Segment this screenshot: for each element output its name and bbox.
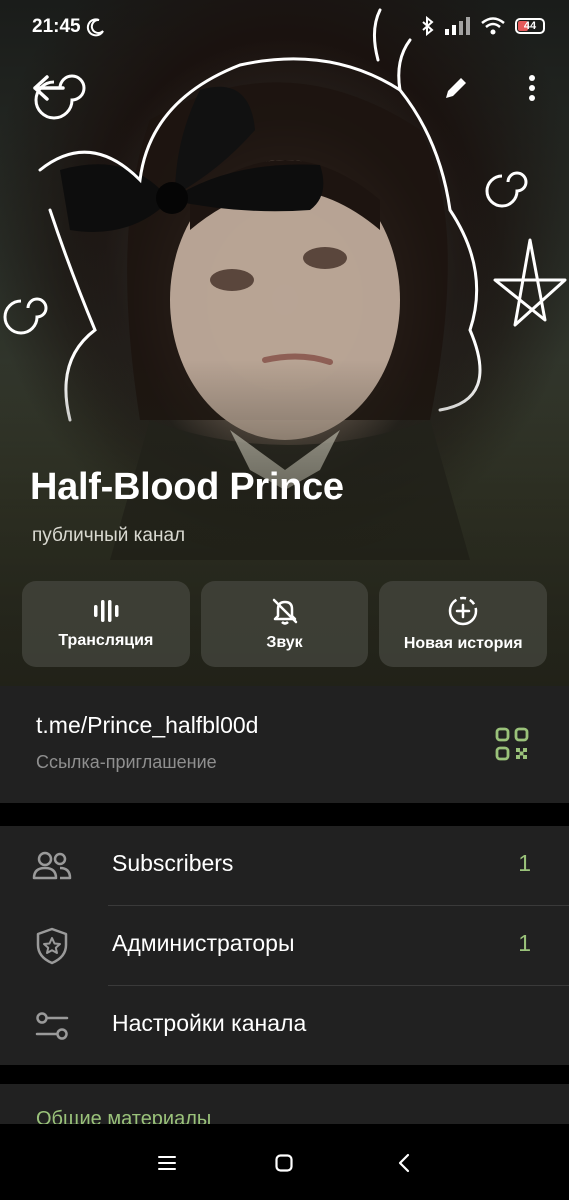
sound-label: Звук [266, 634, 303, 651]
invite-link-card[interactable]: t.me/Prince_halfbl00d Ссылка-приглашение [0, 686, 569, 803]
battery-icon: 44 [515, 18, 545, 34]
administrators-row[interactable]: Администраторы 1 [0, 906, 569, 985]
status-bar: 21:45 44 [0, 0, 569, 56]
system-navigation-bar [0, 1124, 569, 1200]
recent-apps-button[interactable] [152, 1148, 182, 1178]
home-button[interactable] [269, 1148, 299, 1178]
channel-settings-label: Настройки канала [112, 1010, 307, 1036]
more-button[interactable] [508, 64, 556, 112]
users-icon [32, 851, 72, 880]
bluetooth-icon [422, 16, 434, 36]
signal-icon [445, 17, 470, 35]
menu-icon [158, 1156, 176, 1170]
sound-button[interactable]: Звук [200, 581, 369, 667]
invite-link[interactable]: t.me/Prince_halfbl00d [36, 712, 258, 739]
qr-code-icon[interactable] [494, 726, 530, 762]
edit-button[interactable] [432, 64, 480, 112]
status-time: 21:45 [32, 16, 81, 37]
back-nav-button[interactable] [389, 1148, 419, 1178]
back-arrow-icon [33, 75, 65, 101]
home-square-icon [275, 1154, 293, 1172]
shared-media-title: Общие материалы [36, 1108, 212, 1124]
live-stream-button[interactable]: Трансляция [22, 581, 190, 667]
chevron-left-icon [398, 1153, 410, 1173]
channel-options-list: Subscribers 1 Администраторы 1 Настройки… [0, 826, 569, 1065]
channel-settings-row[interactable]: Настройки канала [0, 986, 569, 1065]
action-buttons: Трансляция Звук Новая история [22, 581, 548, 667]
back-button[interactable] [24, 64, 72, 112]
more-vertical-icon [529, 75, 535, 101]
channel-type: публичный канал [32, 525, 186, 546]
battery-level: 44 [523, 20, 537, 32]
new-story-button[interactable]: Новая история [379, 581, 548, 667]
live-stream-icon [93, 600, 119, 622]
administrators-count: 1 [518, 930, 531, 956]
channel-title: Half-Blood Prince [30, 466, 344, 508]
live-stream-label: Трансляция [58, 632, 154, 649]
add-story-icon [448, 596, 478, 626]
subscribers-count: 1 [518, 850, 531, 876]
subscribers-row[interactable]: Subscribers 1 [0, 826, 569, 905]
moon-icon [86, 18, 104, 37]
pencil-icon [446, 78, 466, 98]
sliders-icon [35, 1012, 69, 1040]
shield-star-icon [36, 927, 68, 965]
new-story-label: Новая история [403, 635, 523, 652]
bell-off-icon [272, 598, 297, 625]
wifi-icon [481, 17, 505, 35]
invite-link-caption: Ссылка-приглашение [36, 752, 217, 772]
subscribers-label: Subscribers [112, 850, 234, 876]
shared-media-card[interactable]: Общие материалы [0, 1084, 569, 1124]
administrators-label: Администраторы [112, 930, 295, 956]
